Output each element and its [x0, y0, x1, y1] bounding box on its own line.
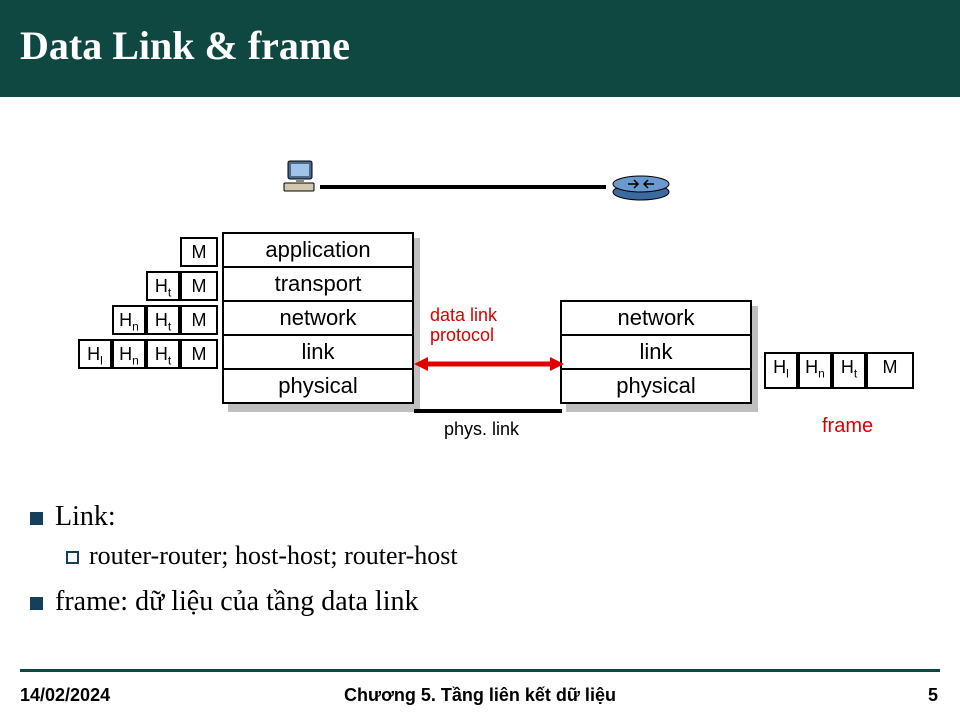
red-double-arrow — [414, 356, 564, 372]
hdr-cell: Ht — [146, 271, 180, 301]
hdr-cell: M — [180, 305, 218, 335]
bullet-link: Link: — [30, 500, 930, 533]
bullet-square-icon — [30, 512, 43, 525]
layer-transport: transport — [224, 268, 412, 302]
hdr-cell: M — [180, 339, 218, 369]
hdr-cell: M — [180, 271, 218, 301]
layer-network: network — [224, 302, 412, 336]
computer-icon — [282, 157, 322, 197]
bullet-text: Link: — [55, 501, 116, 533]
hdr-row-3: Hn Ht M — [68, 305, 218, 335]
bullet-content: Link: router-router; host-host; router-h… — [30, 500, 930, 626]
hdr-cell: M — [180, 237, 218, 267]
bullet-outline-icon — [66, 551, 79, 564]
footer-date: 14/02/2024 — [20, 685, 110, 706]
hdr-row-2: Ht M — [68, 271, 218, 301]
hdr-cell: Ht — [146, 305, 180, 335]
router-icon — [610, 172, 672, 202]
stack-body: network link physical — [560, 300, 752, 404]
sub-bullet-text: router-router; host-host; router-host — [89, 541, 458, 571]
hdr-cell: Hl — [764, 352, 798, 389]
hdr-cell: Hn — [798, 352, 832, 389]
hdr-row-4: Hl Hn Ht M — [68, 339, 218, 369]
top-link-line — [320, 185, 606, 189]
frame-label: frame — [822, 415, 873, 438]
hdr-cell: Ht — [146, 339, 180, 369]
hdr-cell: M — [866, 352, 914, 389]
hdr-row-1: M — [68, 237, 218, 267]
layer-link: link — [224, 336, 412, 370]
data-link-protocol-label: data linkprotocol — [430, 305, 497, 345]
slide-title: Data Link & frame — [20, 22, 940, 69]
diagram-area: M Ht M Hn Ht M Hl Hn Ht M application tr… — [0, 137, 960, 497]
router-protocol-stack: network link physical — [560, 300, 752, 404]
bullet-square-icon — [30, 597, 43, 610]
footer-page-number: 5 — [928, 685, 938, 706]
hdr-cell: Hn — [112, 339, 146, 369]
footer-chapter: Chương 5. Tầng liên kết dữ liệu — [344, 685, 616, 706]
slide-footer: 14/02/2024 Chương 5. Tầng liên kết dữ li… — [0, 685, 960, 706]
sub-bullet-link-types: router-router; host-host; router-host — [66, 541, 930, 571]
bullet-text: frame: dữ liệu của tầng data link — [55, 586, 418, 618]
physical-link-label: phys. link — [444, 419, 519, 440]
layer-physical: physical — [562, 370, 750, 402]
physical-link-line — [414, 409, 562, 413]
layer-network: network — [562, 302, 750, 336]
stack-body: application transport network link physi… — [222, 232, 414, 404]
layer-physical: physical — [224, 370, 412, 402]
bullet-frame: frame: dữ liệu của tầng data link — [30, 585, 930, 618]
footer-divider — [20, 669, 940, 672]
hdr-cell: Ht — [832, 352, 866, 389]
hdr-cell: Hl — [78, 339, 112, 369]
host-protocol-stack: application transport network link physi… — [222, 232, 414, 404]
layer-application: application — [224, 234, 412, 268]
hdr-cell: Hn — [112, 305, 146, 335]
layer-link: link — [562, 336, 750, 370]
encapsulation-headers-right: Hl Hn Ht M — [764, 352, 914, 389]
slide-header: Data Link & frame — [0, 0, 960, 97]
encapsulation-headers-left: M Ht M Hn Ht M Hl Hn Ht M — [68, 237, 218, 373]
